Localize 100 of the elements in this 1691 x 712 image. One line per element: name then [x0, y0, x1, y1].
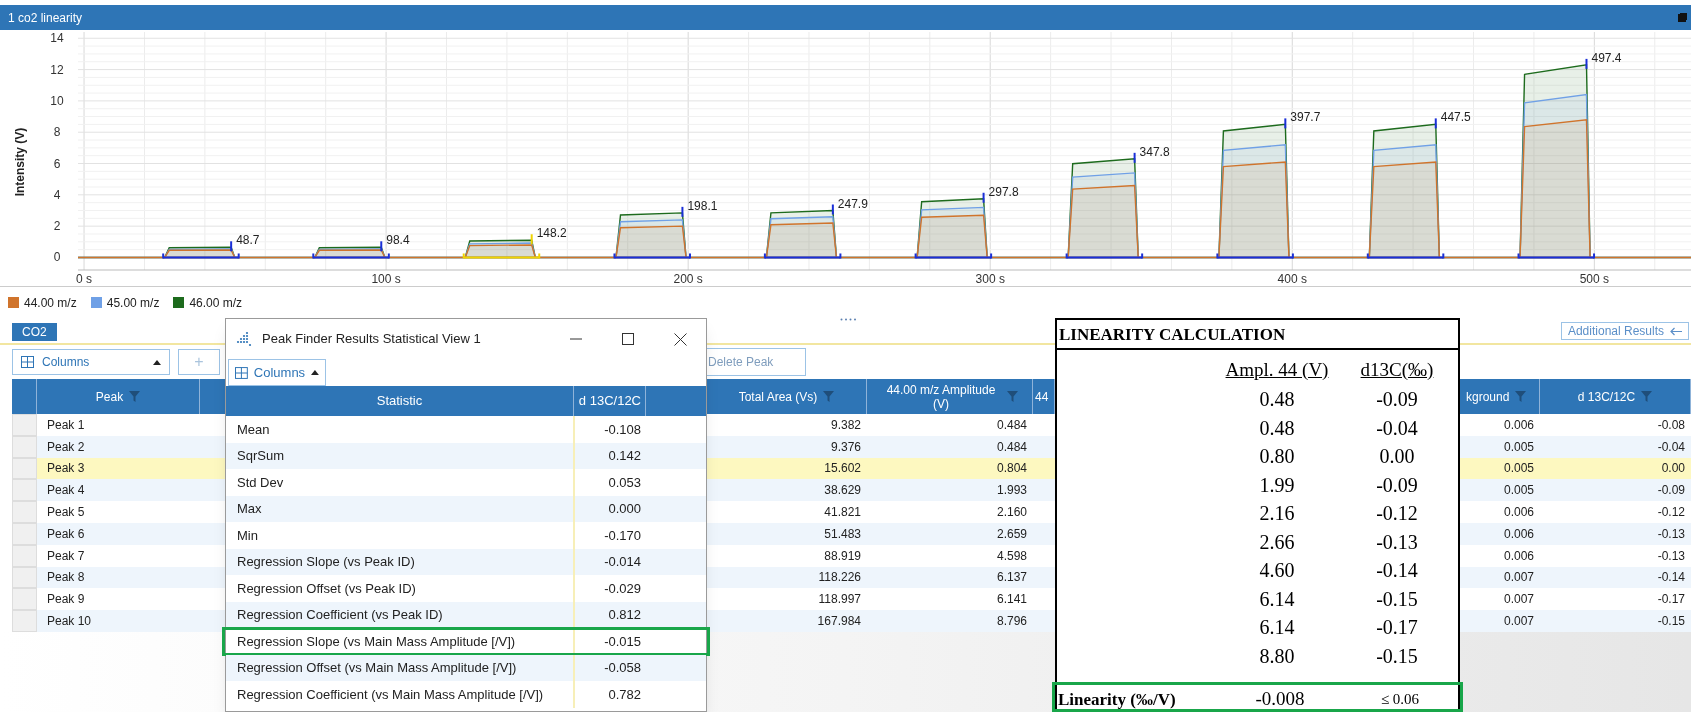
table-cell-text: Regression Offset (vs Main Mass Amplitude [/V]) [236, 659, 518, 677]
table-cell-text: 2.659 [995, 525, 1028, 543]
table-cell-text: -0.04 [1656, 438, 1686, 456]
table-cell-text: 15.602 [823, 460, 862, 478]
filter-icon[interactable] [823, 391, 835, 402]
table-cell-text: Peak 1 [46, 416, 86, 434]
table-cell-text: Regression Coefficient (vs Main Mass Amplitude [/V]) [236, 685, 545, 704]
grip-icon[interactable] [840, 318, 857, 321]
filter-icon[interactable] [1641, 391, 1653, 402]
table-row[interactable]: SqrSum 0.142 [226, 442, 706, 469]
table-cell-text: 118.226 [817, 569, 862, 587]
minimize-icon [570, 338, 582, 340]
table-cell-text: Peak 9 [46, 591, 86, 609]
table-cell-text: -0.13 [1656, 547, 1686, 565]
table-cell-text: -0.13 [1656, 525, 1686, 543]
table-cell-text: 6.141 [995, 591, 1028, 609]
axis-tick-label: 0 s [76, 272, 93, 286]
table-row[interactable]: Max 0.000 [226, 495, 706, 522]
table-cell-text: 1.993 [995, 482, 1028, 500]
window-title: 1 co2 linearity [8, 9, 83, 27]
table-cell-text: 4.60 [1258, 558, 1296, 583]
row-header[interactable] [12, 457, 37, 480]
filter-icon[interactable] [129, 391, 141, 402]
row-header[interactable] [12, 479, 37, 502]
tab[interactable]: CO2 [12, 323, 57, 341]
caret-icon [153, 359, 161, 365]
table-cell-text: 38.629 [823, 482, 862, 500]
table-cell-text: 0.00 [1660, 460, 1686, 478]
restore-icon[interactable] [1678, 13, 1687, 22]
row-header[interactable] [12, 523, 37, 545]
table-cell-text: Peak 3 [46, 460, 86, 478]
table-cell-text: -0.04 [1375, 415, 1419, 441]
table-cell-text: 0.005 [1502, 482, 1535, 500]
table-cell-text: 0.005 [1502, 438, 1535, 456]
peak-label: 48.7 [236, 233, 260, 248]
table-row[interactable]: Regression Offset (vs Main Mass Amplitude [/V]) -0.058 [226, 654, 706, 681]
table-row[interactable]: Min -0.170 [226, 522, 706, 549]
axis-tick-label: 6 [53, 156, 61, 171]
result-value: -0.008 [1254, 687, 1306, 711]
table-cell-text: -0.09 [1656, 482, 1686, 500]
result-label: Linearity (‰/V) [1057, 688, 1177, 711]
axis-tick-label: 14 [50, 31, 64, 46]
table-row[interactable]: Std Dev 0.053 [226, 469, 706, 496]
row-header[interactable] [12, 501, 37, 523]
axis-tick-label: 10 [50, 93, 64, 108]
axis-tick-label: 200 s [673, 272, 703, 286]
table-cell-text: Min [236, 526, 259, 545]
table-cell-text: 0.006 [1502, 504, 1535, 522]
table-cell-text: 2.66 [1258, 529, 1296, 555]
table-cell-text: 41.821 [823, 504, 862, 522]
axis-title: Intensity (V) [13, 127, 27, 197]
table-cell-text: 9.382 [829, 416, 862, 434]
table-cell-text: 0.484 [995, 438, 1028, 456]
table-row[interactable]: Regression Coefficient (vs Main Mass Amplitude [/V]) 0.782 [226, 681, 706, 708]
columns-dropdown[interactable]: Columns [228, 359, 326, 386]
table-cell-text: Peak 7 [46, 547, 86, 565]
row-header[interactable] [12, 610, 37, 632]
close-icon [673, 332, 687, 346]
panel-title: LINEARITY CALCULATION [1057, 320, 1458, 350]
peak-label: 198.1 [687, 198, 718, 213]
table-cell-text: 0.80 [1258, 444, 1296, 469]
table-cell-text: 0.804 [995, 460, 1028, 478]
table-cell-text: 9.376 [829, 438, 862, 456]
peak-label: 397.7 [1290, 110, 1321, 125]
table-cell-text: 2.160 [995, 504, 1028, 522]
table-row[interactable]: Regression Slope (vs Peak ID) -0.014 [226, 548, 706, 575]
table-cell-text: 4.598 [995, 547, 1028, 565]
table-cell-text: 167.984 [816, 613, 862, 631]
column-header[interactable]: Statistic [226, 386, 573, 416]
filter-icon[interactable] [1007, 391, 1018, 402]
table-cell-text: -0.14 [1656, 569, 1686, 587]
axis-tick-label: 2 [53, 219, 61, 234]
row-header[interactable] [12, 435, 37, 458]
peak-label: 347.8 [1139, 144, 1170, 159]
table-cell-text: 0.48 [1258, 387, 1296, 412]
table-cell-text: 8.80 [1258, 643, 1296, 669]
axis-tick-label: 4 [53, 187, 61, 202]
filter-icon[interactable] [1515, 391, 1527, 402]
table-cell-text: Regression Slope (vs Main Mass Amplitude [/V]) [236, 632, 517, 651]
table-row[interactable]: Regression Offset (vs Peak ID) -0.029 [226, 575, 706, 602]
table-cell-text: -0.13 [1375, 529, 1419, 555]
row-header[interactable] [12, 544, 37, 567]
peak-label: 297.8 [988, 184, 1019, 199]
legend-label: 44.00 m/z [24, 294, 77, 312]
axis-tick-label: 400 s [1277, 272, 1307, 286]
row-header[interactable] [12, 588, 37, 611]
table-cell-text: -0.12 [1656, 504, 1686, 522]
column-header: Ampl. 44 (V) [1224, 357, 1330, 382]
table-cell-text: 0.007 [1502, 591, 1535, 609]
legend-label: 46.00 m/z [189, 294, 243, 312]
axis-tick-label: 100 s [371, 272, 401, 286]
row-header[interactable] [12, 566, 37, 589]
peak-label: 148.2 [536, 226, 567, 241]
table-cell-text: 0.00 [1378, 444, 1416, 469]
additional-results-button[interactable]: Additional Results [1560, 322, 1689, 340]
table-row[interactable]: Mean -0.108 [226, 416, 706, 443]
table-cell-text: -0.08 [1656, 416, 1686, 434]
row-header[interactable] [12, 414, 37, 436]
columns-dropdown[interactable]: Columns [12, 349, 170, 375]
result-limit: ≤ 0.06 [1379, 690, 1421, 709]
